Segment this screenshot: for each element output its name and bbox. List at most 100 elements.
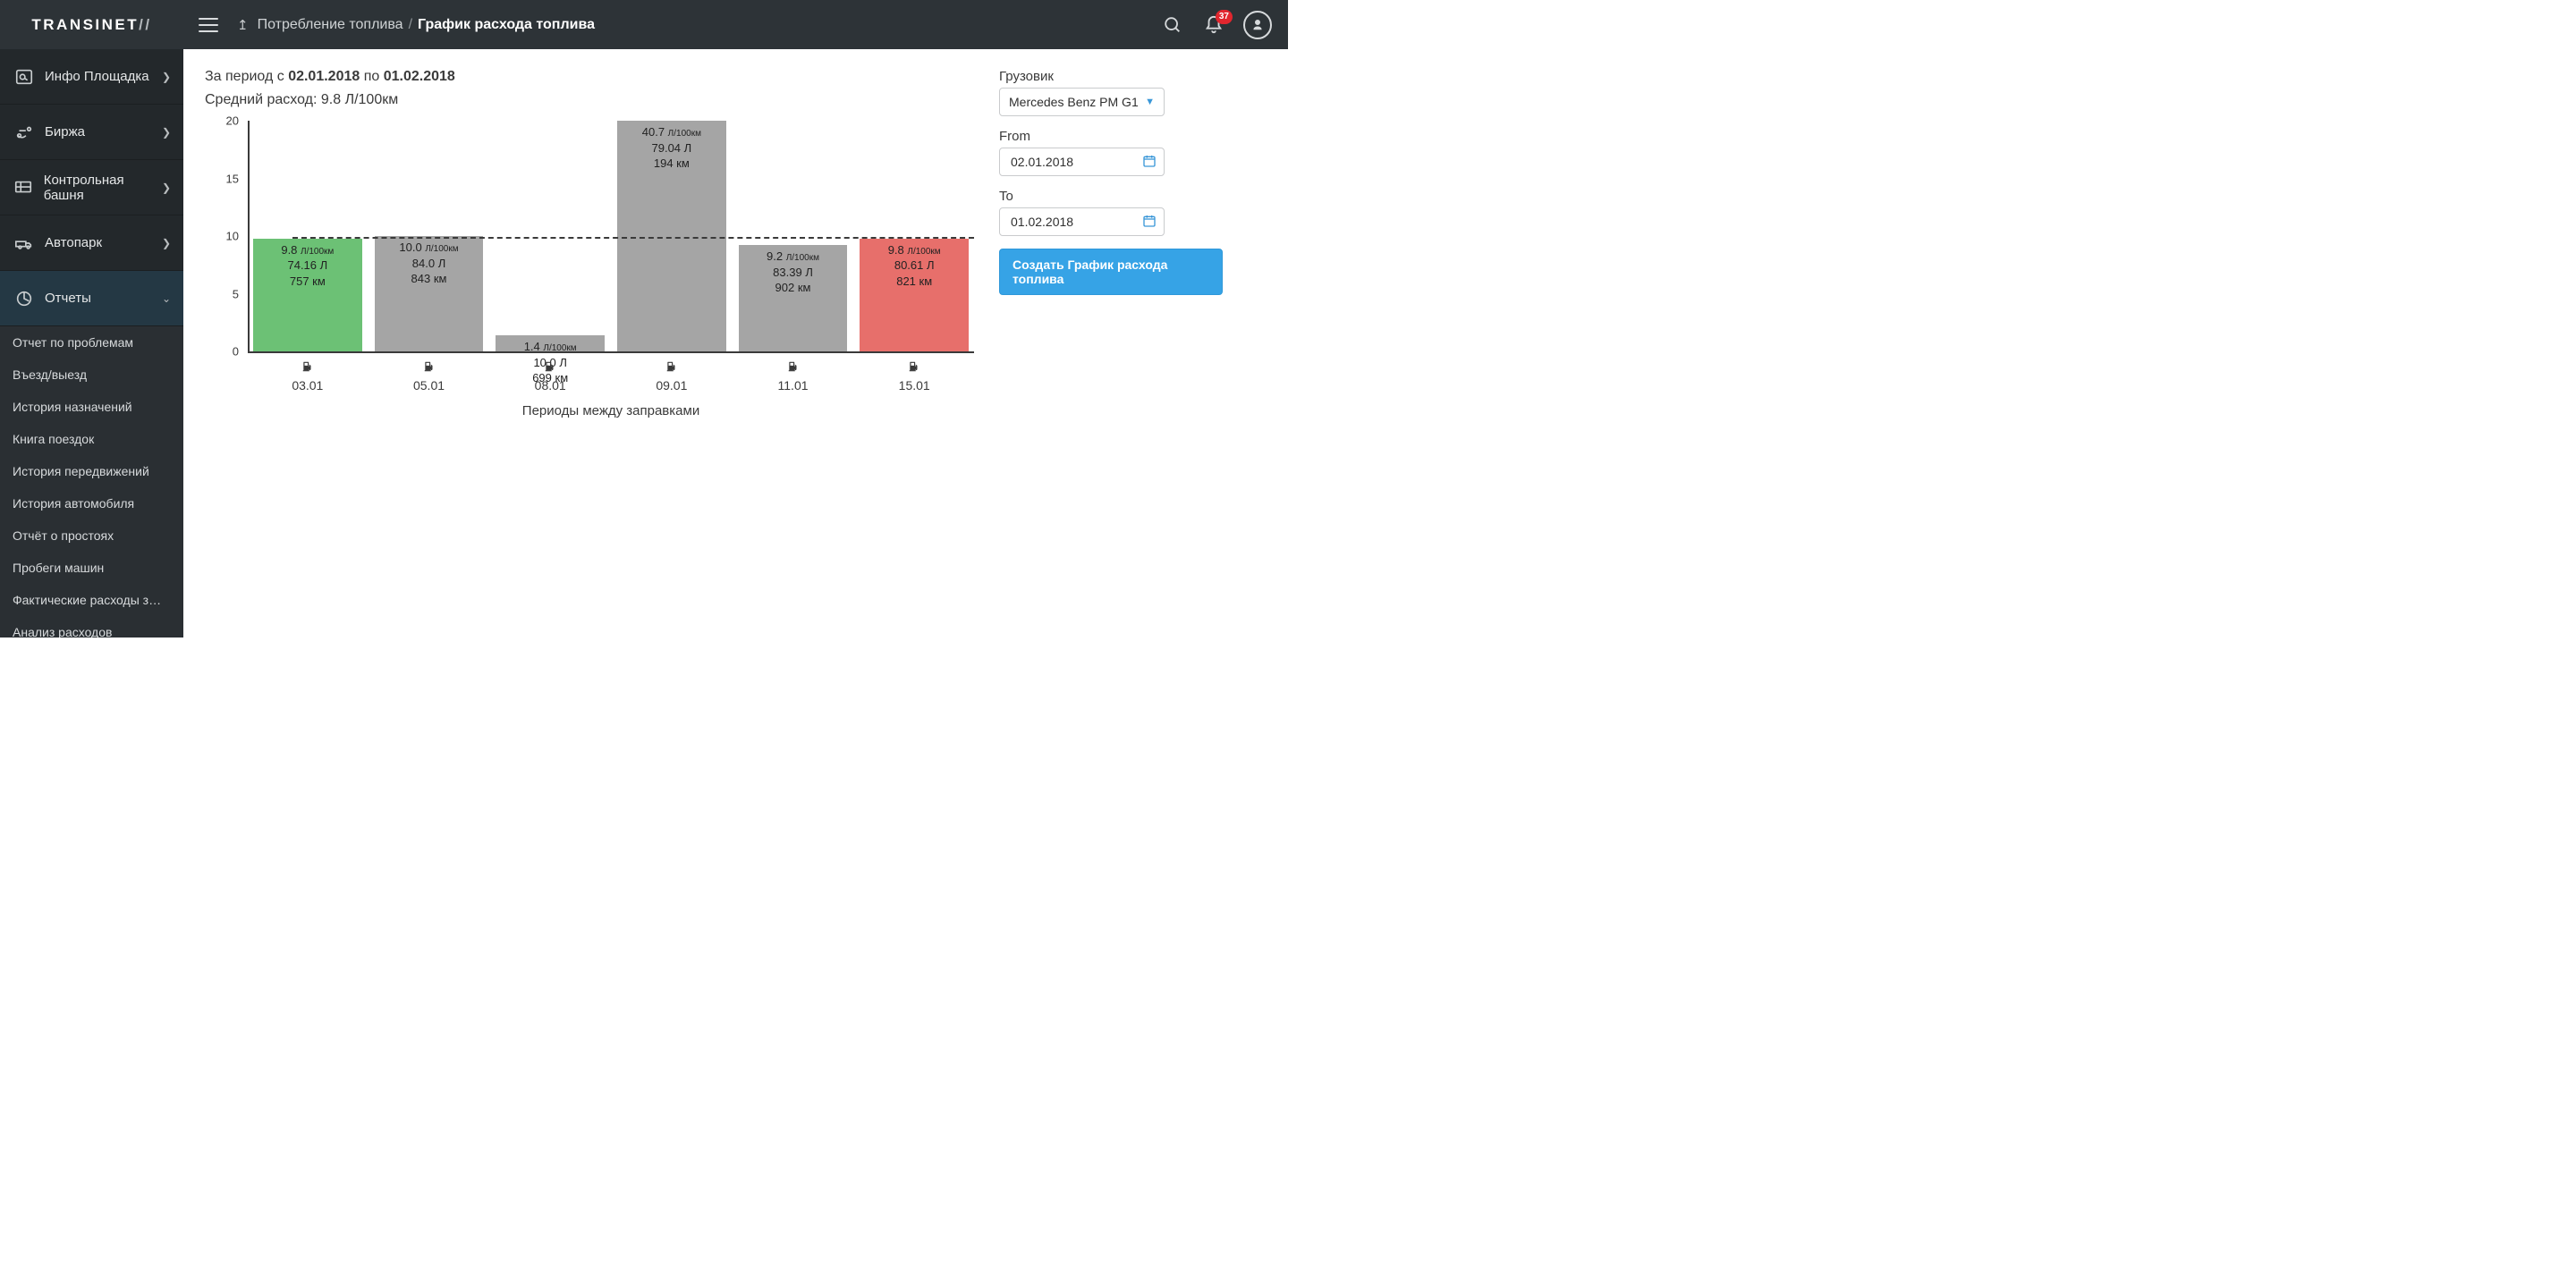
chart-bar[interactable]: 10.0 Л/100км84.0 Л843 км	[375, 236, 484, 351]
sidebar-sub-item[interactable]: История автомобиля	[0, 487, 183, 519]
chart-x-tick: 08.01	[496, 359, 605, 393]
chart-bar-label: 9.2 Л/100км83.39 Л902 км	[739, 249, 848, 296]
chart-bar-label: 9.8 Л/100км80.61 Л821 км	[860, 242, 969, 290]
filter-to-field[interactable]	[1009, 214, 1155, 230]
chart-y-tick: 10	[226, 230, 239, 243]
chart-y-tick: 0	[233, 345, 239, 359]
filter-to-input[interactable]	[999, 207, 1165, 236]
calendar-icon[interactable]	[1142, 154, 1157, 171]
chart-bar[interactable]: 1.4 Л/100км10.0 Л699 км	[496, 335, 605, 351]
chart-bar[interactable]: 9.8 Л/100км74.16 Л757 км	[253, 239, 362, 351]
chart-x-tick: 09.01	[617, 359, 726, 393]
calendar-icon[interactable]	[1142, 214, 1157, 231]
user-avatar[interactable]	[1243, 11, 1272, 39]
chevron-right-icon: ❯	[162, 182, 171, 194]
app-logo-text: TRANSINET	[31, 16, 139, 34]
fleet-icon	[13, 233, 36, 253]
breadcrumb-parent[interactable]: Потребление топлива	[258, 17, 403, 33]
info-icon	[13, 67, 36, 87]
chevron-right-icon: ❯	[162, 71, 171, 83]
filter-column: Грузовик Mercedes Benz PM G1 ▼ From To	[999, 69, 1223, 618]
chart-average-line	[292, 237, 974, 239]
filter-truck-value: Mercedes Benz PM G1	[1009, 95, 1139, 109]
sidebar-sub-item[interactable]: История назначений	[0, 391, 183, 423]
chart-x-tick: 15.01	[860, 359, 969, 393]
chart-x-tick: 03.01	[253, 359, 362, 393]
generate-report-button[interactable]: Создать График расхода топлива	[999, 249, 1223, 295]
chart-x-tick: 11.01	[739, 359, 848, 393]
chart-y-tick: 20	[226, 114, 239, 128]
chart-bar[interactable]: 9.2 Л/100км83.39 Л902 км	[739, 245, 848, 351]
chart-bar-label: 9.8 Л/100км74.16 Л757 км	[253, 242, 362, 290]
filter-from-input[interactable]	[999, 148, 1165, 176]
fuel-pump-icon	[375, 359, 484, 375]
chevron-right-icon: ❯	[162, 237, 171, 249]
exchange-icon	[13, 122, 36, 142]
fuel-chart: 0 5 10 15 20 9.8 Л/100км74.16 Л757 км 10.0 Л/…	[205, 115, 974, 446]
filter-truck-select[interactable]: Mercedes Benz PM G1 ▼	[999, 88, 1165, 116]
fuel-pump-icon	[739, 359, 848, 375]
caret-down-icon: ▼	[1145, 97, 1155, 107]
fuel-pump-icon	[860, 359, 969, 375]
period-from: 02.01.2018	[288, 69, 360, 84]
sidebar-sub-item[interactable]: История передвижений	[0, 455, 183, 487]
app-logo: TRANSINET//	[0, 0, 183, 49]
period-to: 01.02.2018	[384, 69, 455, 84]
filter-to-label: To	[999, 189, 1223, 204]
chart-bar-label: 10.0 Л/100км84.0 Л843 км	[375, 240, 484, 287]
period-prefix: За период с	[205, 69, 288, 84]
sidebar-reports-submenu: Отчет по проблемамВъезд/выездИстория наз…	[0, 326, 183, 638]
chevron-down-icon: ⌄	[162, 292, 171, 305]
avg-line-text: Средний расход: 9.8 Л/100км	[205, 92, 974, 108]
chart-x-tick: 05.01	[375, 359, 484, 393]
control-tower-icon	[13, 178, 35, 198]
sidebar-item-label: Биржа	[45, 124, 85, 139]
app-header: TRANSINET// ↥ Потребление топлива / Граф…	[0, 0, 1288, 49]
menu-toggle-button[interactable]	[192, 18, 225, 32]
chart-bar[interactable]: 9.8 Л/100км80.61 Л821 км	[860, 239, 969, 351]
chart-x-title: Периоды между заправками	[248, 403, 974, 418]
sidebar-item-label: Отчеты	[45, 291, 91, 306]
fuel-pump-icon	[617, 359, 726, 375]
sidebar-sub-item[interactable]: Въезд/выезд	[0, 359, 183, 391]
sidebar-sub-item[interactable]: Анализ расходов	[0, 616, 183, 638]
search-icon[interactable]	[1161, 13, 1184, 37]
chart-bar-label: 40.7 Л/100км79.04 Л194 км	[617, 124, 726, 172]
notifications-icon[interactable]: 37	[1202, 13, 1225, 37]
breadcrumb-separator-icon: /	[409, 17, 412, 33]
period-line: За период с 02.01.2018 по 01.02.2018	[205, 69, 974, 85]
content-area: За период с 02.01.2018 по 01.02.2018 Сре…	[183, 49, 1288, 638]
notifications-badge: 37	[1216, 10, 1233, 24]
logo-slashes-icon: //	[139, 16, 151, 34]
chevron-right-icon: ❯	[162, 126, 171, 139]
filter-from-label: From	[999, 129, 1223, 144]
chart-y-tick: 5	[233, 287, 239, 300]
sidebar-item-label: Контрольная башня	[44, 173, 162, 203]
chart-column: За период с 02.01.2018 по 01.02.2018 Сре…	[205, 69, 974, 618]
sidebar-item-info[interactable]: Инфо Площадка ❯	[0, 49, 183, 105]
sidebar: Инфо Площадка ❯ Биржа ❯ Контрольная башн…	[0, 49, 183, 638]
chart-plot: 9.8 Л/100км74.16 Л757 км 10.0 Л/100км84.0…	[248, 121, 974, 351]
up-level-icon[interactable]: ↥	[237, 17, 249, 33]
fuel-pump-icon	[496, 359, 605, 375]
breadcrumb: ↥ Потребление топлива / График расхода т…	[237, 17, 595, 33]
chart-y-tick: 15	[226, 172, 239, 185]
filter-from-field[interactable]	[1009, 154, 1155, 170]
sidebar-sub-item[interactable]: Отчёт о простоях	[0, 519, 183, 552]
fuel-pump-icon	[253, 359, 362, 375]
sidebar-sub-item[interactable]: Отчет по проблемам	[0, 326, 183, 359]
filter-truck-label: Грузовик	[999, 69, 1223, 84]
sidebar-item-fleet[interactable]: Автопарк ❯	[0, 215, 183, 271]
sidebar-item-label: Автопарк	[45, 235, 102, 250]
chart-x-axis-line	[248, 351, 974, 353]
reports-icon	[13, 289, 36, 308]
sidebar-item-control-tower[interactable]: Контрольная башня ❯	[0, 160, 183, 215]
sidebar-sub-item[interactable]: Книга поездок	[0, 423, 183, 455]
breadcrumb-current: График расхода топлива	[418, 17, 595, 33]
sidebar-sub-item[interactable]: Пробеги машин	[0, 552, 183, 584]
sidebar-sub-item[interactable]: Фактические расходы з…	[0, 584, 183, 616]
sidebar-item-reports[interactable]: Отчеты ⌄	[0, 271, 183, 326]
header-actions: 37	[1161, 11, 1288, 39]
period-to-word: по	[360, 69, 383, 84]
sidebar-item-exchange[interactable]: Биржа ❯	[0, 105, 183, 160]
